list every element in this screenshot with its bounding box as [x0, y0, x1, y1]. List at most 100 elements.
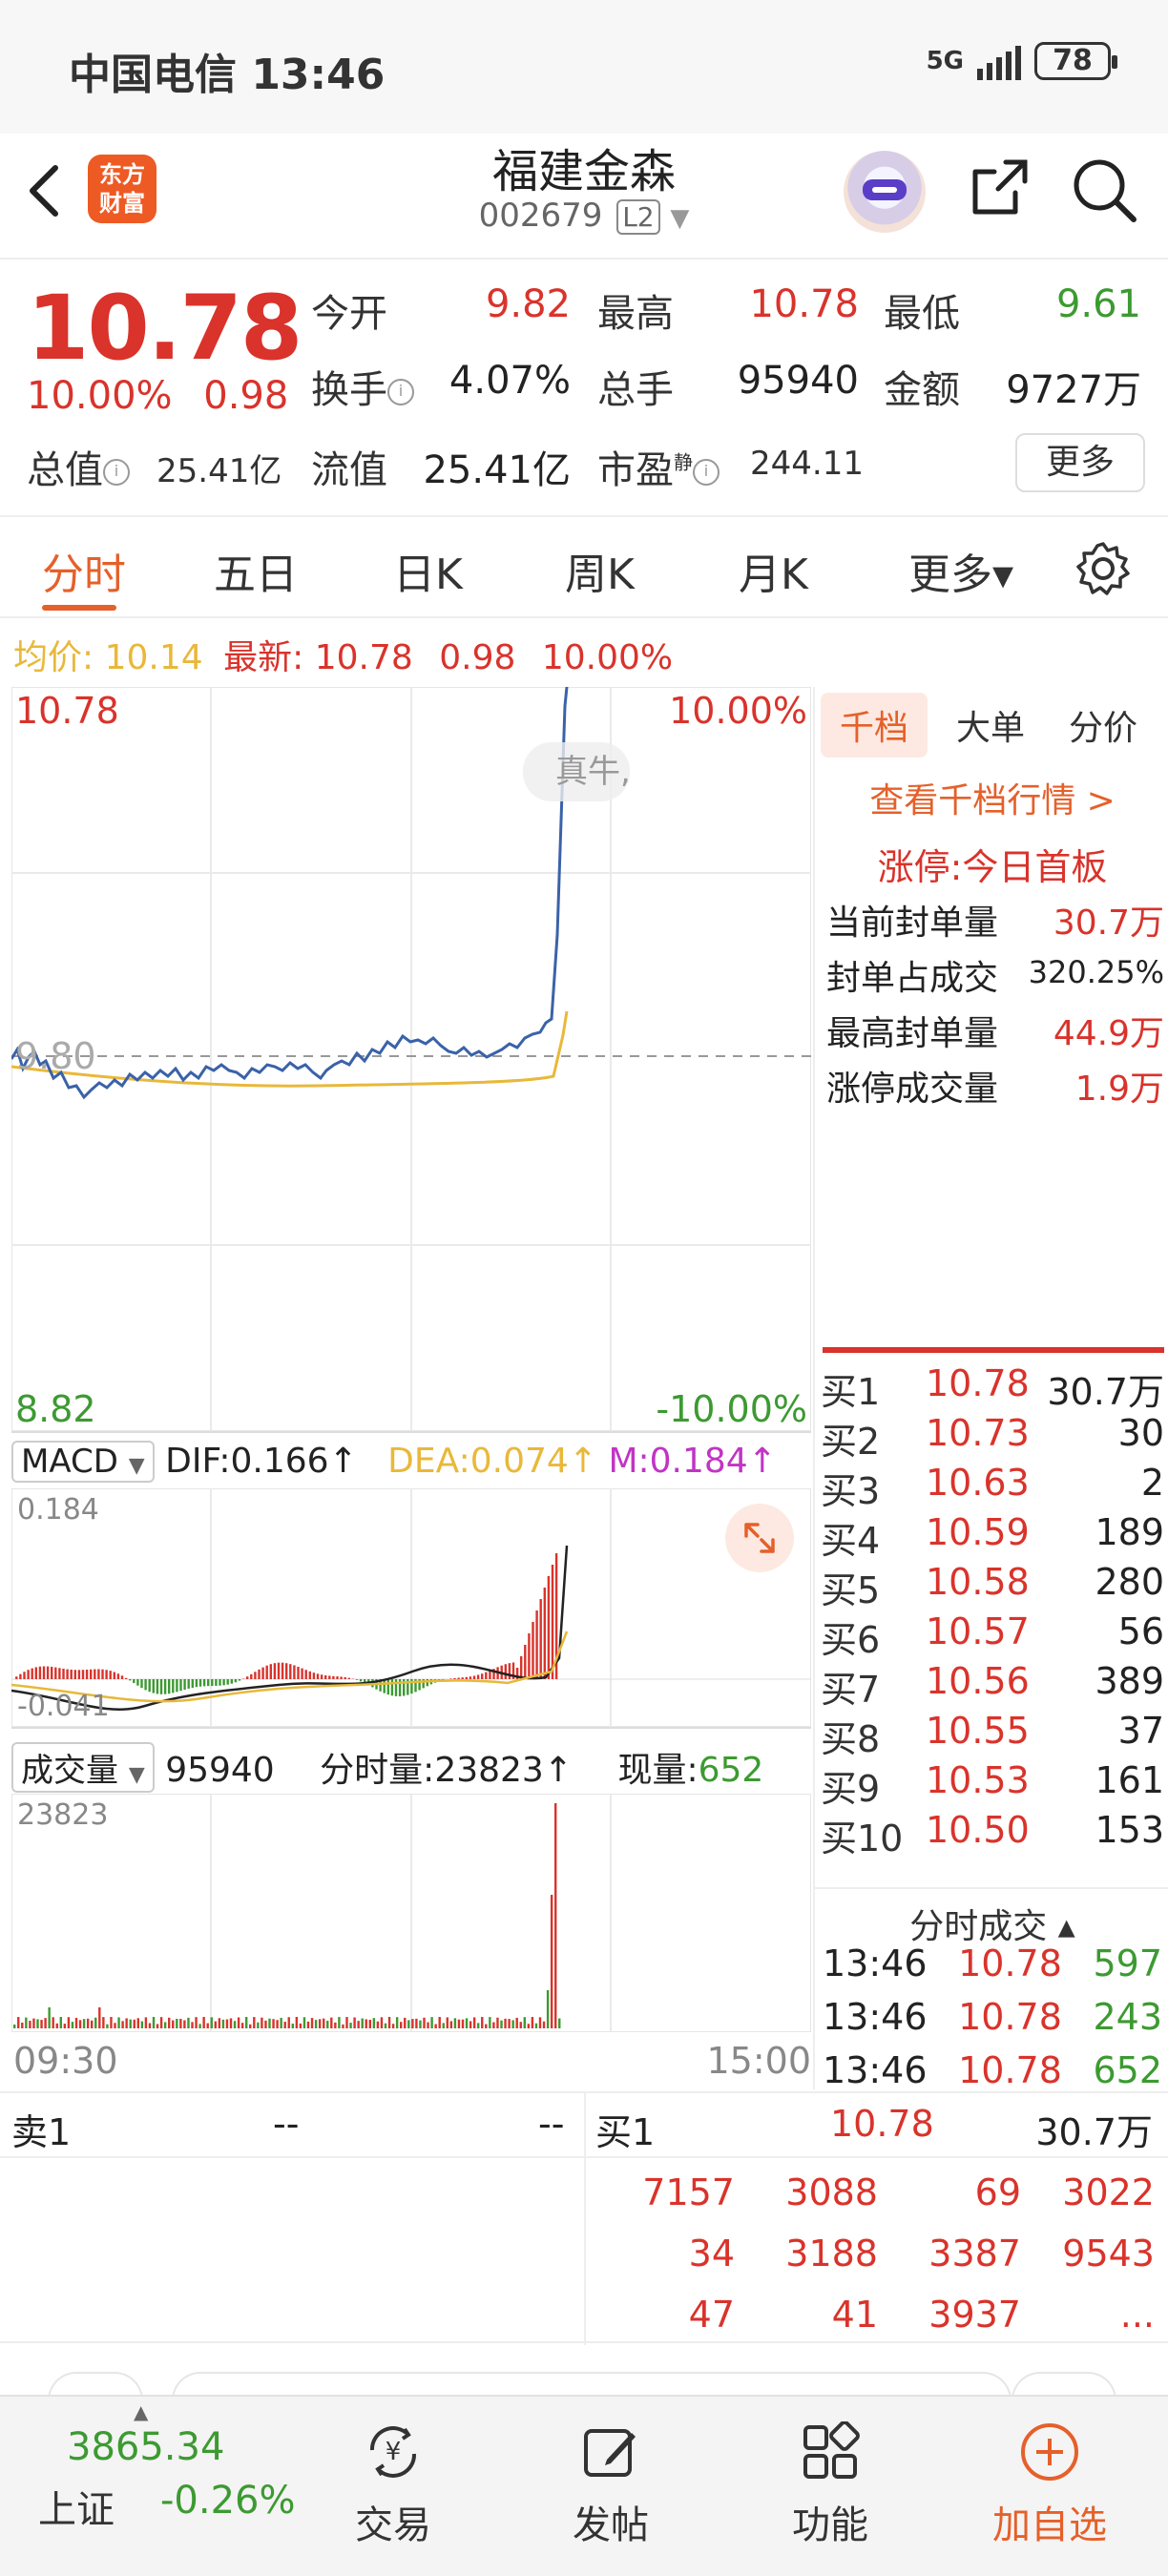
volume-bar	[400, 2022, 403, 2028]
tab-more[interactable]: 更多▾	[908, 540, 1013, 601]
macd-bar	[285, 1663, 288, 1679]
expand-icon[interactable]	[725, 1504, 794, 1572]
nav-add-watchlist[interactable]: 加自选	[954, 2397, 1145, 2576]
macd-bar	[230, 1679, 233, 1684]
info-icon[interactable]: i	[103, 459, 130, 486]
queue-cell: 3088	[785, 2171, 878, 2213]
macd-bar	[105, 1670, 108, 1679]
bid-row[interactable]: 买8 10.55 37	[821, 1710, 1164, 1762]
total-volume: 95940	[165, 1751, 275, 1790]
volume-bar	[438, 2017, 441, 2028]
volume-bar	[249, 2024, 252, 2028]
signal-icon	[977, 42, 1021, 80]
carrier-time: 中国电信 13:46	[69, 51, 386, 99]
macd-bar	[136, 1679, 139, 1686]
macd-bar	[226, 1679, 229, 1685]
index-ticker[interactable]: ▲ 3865.34 上证 -0.26%	[0, 2397, 305, 2576]
trades-header[interactable]: 分时成交 ▴	[815, 1887, 1168, 1948]
bid-row[interactable]: 买4 10.59 189	[821, 1511, 1164, 1564]
volume-bar	[434, 2024, 437, 2028]
volume-selector[interactable]: 成交量 ▼	[11, 1742, 155, 1793]
macd-selector[interactable]: MACD ▼	[11, 1441, 155, 1483]
volume-chart[interactable]: 23823	[11, 1794, 811, 2032]
volume-bar	[368, 2019, 371, 2028]
avg-label: 均价:	[13, 638, 94, 677]
bid-row[interactable]: 买2 10.73 30	[821, 1412, 1164, 1465]
volume-bar	[114, 2023, 116, 2028]
volume-bar	[125, 2018, 128, 2028]
info-icon[interactable]: i	[693, 459, 720, 486]
queue-cell: 3188	[785, 2233, 878, 2275]
macd-bar	[261, 1667, 264, 1679]
volume-bar	[287, 2017, 290, 2028]
order-book-panel: 千档 大单 分价 查看千档行情 > 涨停:今日首板 当前封单量 30.7万 封单占…	[813, 687, 1168, 2091]
bid-row[interactable]: 买1 10.78 30.7万	[821, 1362, 1164, 1415]
robot-assistant-icon[interactable]	[844, 151, 926, 233]
bid-row[interactable]: 买6 10.57 56	[821, 1610, 1164, 1663]
macd-bar	[539, 1599, 542, 1679]
macd-bar	[344, 1676, 346, 1679]
bid-row[interactable]: 买5 10.58 280	[821, 1561, 1164, 1613]
tab-thousand-level[interactable]: 千档	[821, 693, 928, 758]
macd-bar	[457, 1677, 460, 1679]
nav-functions[interactable]: 功能	[735, 2397, 926, 2576]
volume-bar	[318, 2019, 322, 2028]
bid-row[interactable]: 买7 10.56 389	[821, 1660, 1164, 1713]
intraday-price-chart[interactable]: 真牛, 10.78 10.00% 9.80 8.82 -10.00%	[11, 687, 811, 1431]
macd-bar	[97, 1669, 100, 1679]
gear-icon[interactable]	[1074, 540, 1132, 597]
nav-trade[interactable]: ¥ 交易	[298, 2397, 489, 2576]
volume-bar	[191, 2022, 194, 2028]
tab-monthly-k[interactable]: 月K	[739, 540, 808, 601]
macd-bar	[543, 1588, 546, 1679]
volume-bar	[172, 2020, 175, 2028]
volume-bar	[36, 2019, 39, 2028]
queue-cell: 41	[831, 2294, 878, 2336]
current-volume: 652	[698, 1751, 764, 1790]
view-depth-link[interactable]: 查看千档行情 >	[815, 773, 1168, 822]
sell1-vol: --	[538, 2103, 565, 2145]
avg-value: 10.14	[104, 638, 203, 677]
bid-level: 买4	[821, 1520, 881, 1562]
bid-level: 买7	[821, 1669, 881, 1711]
search-icon[interactable]	[1071, 156, 1137, 223]
macd-bar	[19, 1673, 22, 1679]
more-button[interactable]: 更多	[1015, 433, 1145, 492]
info-icon[interactable]: i	[387, 379, 414, 405]
volume-bar	[268, 2018, 271, 2028]
current-price: 10.78	[27, 277, 302, 381]
tab-five-day[interactable]: 五日	[214, 540, 298, 601]
macd-bar	[129, 1679, 132, 1681]
volume-bar	[372, 2018, 376, 2028]
macd-bar	[179, 1679, 182, 1692]
share-icon[interactable]	[968, 156, 1031, 219]
macd-chart[interactable]: 0.184 -0.041	[11, 1488, 811, 1727]
bid-row[interactable]: 买3 10.63 2	[821, 1462, 1164, 1514]
tab-daily-k[interactable]: 日K	[393, 540, 463, 601]
bid-row[interactable]: 买10 10.50 153	[821, 1809, 1164, 1861]
trade-row: 13:46 10.78 597	[823, 1942, 1162, 1984]
volume-bar	[302, 2017, 306, 2028]
change-amt: 0.98	[203, 374, 289, 418]
volume-bar	[423, 2017, 426, 2028]
bid-row[interactable]: 买9 10.53 161	[821, 1759, 1164, 1812]
macd-bar	[308, 1671, 311, 1679]
volume-bar	[283, 2022, 286, 2028]
volume-bar	[306, 2021, 310, 2028]
tab-weekly-k[interactable]: 周K	[565, 540, 635, 601]
stat-row: 当前封单量 30.7万	[826, 904, 1164, 943]
macd-bar	[297, 1666, 300, 1679]
volume-bar	[214, 2021, 217, 2028]
volume-bar	[357, 2021, 360, 2028]
bid-level: 买10	[821, 1818, 904, 1859]
tab-big-orders[interactable]: 大单	[956, 700, 1025, 750]
macd-dea: DEA:0.074↑	[387, 1442, 597, 1481]
nav-post[interactable]: 发帖	[515, 2397, 706, 2576]
volume-bar	[86, 2018, 90, 2028]
tab-intraday[interactable]: 分时	[42, 540, 126, 601]
volume-bar	[550, 1895, 553, 2028]
bid-vol: 189	[1095, 1511, 1164, 1553]
macd-bar	[176, 1679, 178, 1693]
volume-bar	[411, 2019, 414, 2028]
tab-price-distribution[interactable]: 分价	[1069, 700, 1137, 750]
